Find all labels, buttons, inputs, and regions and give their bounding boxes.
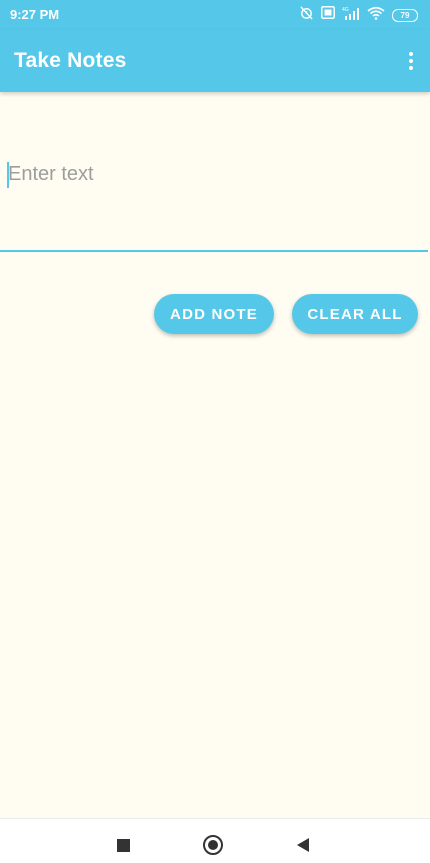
app-bar: Take Notes xyxy=(0,30,430,92)
add-note-button[interactable]: ADD NOTE xyxy=(154,294,274,334)
menu-dot xyxy=(409,52,413,56)
menu-dot xyxy=(409,66,413,70)
wifi-icon xyxy=(367,6,385,25)
signal-4g-icon: 4G xyxy=(342,6,360,25)
system-nav-bar xyxy=(0,818,430,863)
status-icons: 4G 79 xyxy=(299,5,418,25)
battery-icon: 79 xyxy=(392,8,418,22)
note-text-input[interactable] xyxy=(0,150,428,252)
back-triangle-icon[interactable] xyxy=(297,838,309,852)
clear-all-button[interactable]: CLEAR ALL xyxy=(292,294,418,334)
svg-text:4G: 4G xyxy=(342,7,349,13)
recents-square-icon[interactable] xyxy=(117,839,130,852)
text-cursor xyxy=(7,162,9,188)
alarm-off-icon xyxy=(299,5,314,25)
volte-icon xyxy=(321,6,335,24)
app-title: Take Notes xyxy=(14,49,127,72)
status-bar: 9:27 PM 4G 79 xyxy=(0,0,430,30)
status-time: 9:27 PM xyxy=(10,7,60,22)
more-vert-icon[interactable] xyxy=(404,48,418,74)
menu-dot xyxy=(409,59,413,63)
home-circle-icon[interactable] xyxy=(203,835,223,855)
